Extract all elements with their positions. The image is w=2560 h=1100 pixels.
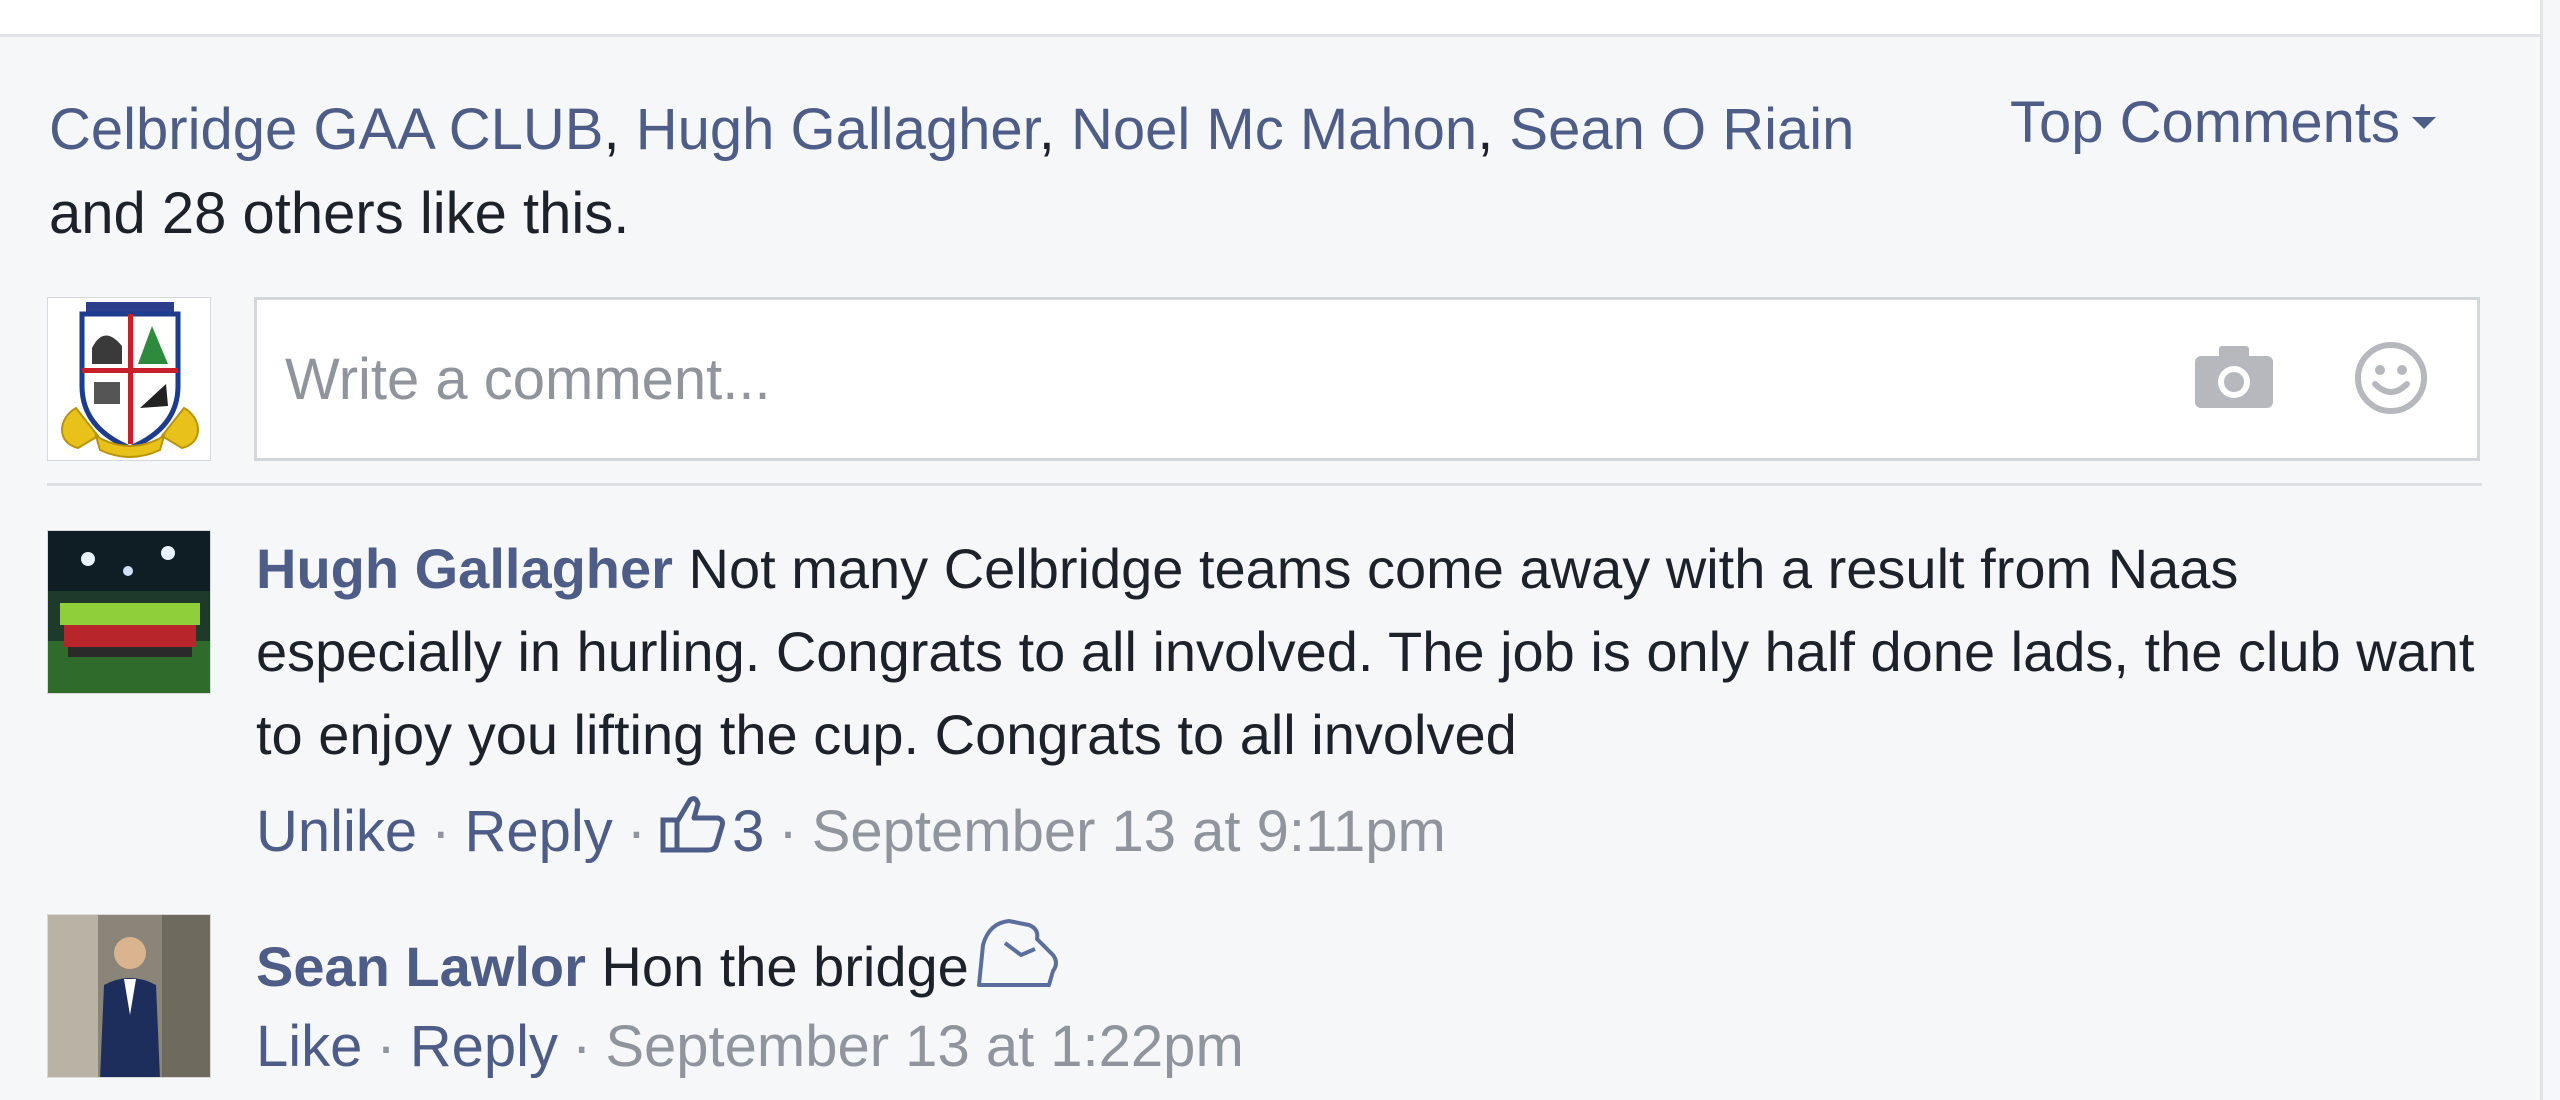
like-count[interactable]: 3 <box>732 797 764 867</box>
camera-icon[interactable] <box>2193 344 2275 415</box>
liker-link[interactable]: Noel Mc Mahon <box>1071 97 1477 162</box>
current-user-avatar[interactable] <box>47 297 211 461</box>
comment-text: Hon the bridge <box>585 934 969 998</box>
profile-photo-icon <box>48 915 210 1077</box>
liker-link[interactable]: Sean O Riain <box>1509 97 1854 162</box>
team-photo-icon <box>48 531 210 693</box>
comment-input[interactable]: Write a comment... <box>254 297 2480 461</box>
comment-body: Hugh Gallagher Not many Celbridge teams … <box>256 527 2496 776</box>
comment-author-link[interactable]: Hugh Gallagher <box>256 537 673 600</box>
comment-timestamp[interactable]: September 13 at 9:11pm <box>812 797 1446 867</box>
section-divider <box>47 483 2482 486</box>
liker-link[interactable]: Hugh Gallagher <box>636 97 1039 162</box>
club-crest-icon <box>48 298 210 460</box>
caret-down-icon <box>2412 117 2437 129</box>
comment-timestamp[interactable]: September 13 at 1:22pm <box>605 1012 1243 1082</box>
comment-author-link[interactable]: Sean Lawlor <box>256 925 586 1008</box>
comment-placeholder: Write a comment... <box>285 347 771 412</box>
emoji-icon[interactable] <box>2353 340 2429 421</box>
top-comments-dropdown[interactable]: Top Comments <box>2010 88 2437 158</box>
panel-right-border <box>2540 0 2543 1100</box>
commenter-avatar[interactable] <box>47 530 211 694</box>
comment-body: Sean Lawlor Hon the bridge <box>256 915 2496 1017</box>
likes-summary: Celbridge GAA CLUB, Hugh Gallagher, Noel… <box>49 97 1855 246</box>
post-top-border <box>0 0 2540 37</box>
sticker-icon <box>969 915 1061 1017</box>
reply-link[interactable]: Reply <box>410 1012 558 1082</box>
comment-actions: Unlike · Reply · 3 · September 13 at 9:1… <box>256 794 1446 870</box>
reply-link[interactable]: Reply <box>465 797 613 867</box>
thumbs-up-icon[interactable] <box>660 794 726 870</box>
unlike-link[interactable]: Unlike <box>256 797 417 867</box>
commenter-avatar[interactable] <box>47 914 211 1078</box>
sort-label: Top Comments <box>2010 90 2401 155</box>
like-link[interactable]: Like <box>256 1012 362 1082</box>
liker-link[interactable]: Celbridge GAA CLUB <box>49 97 603 162</box>
comment-actions: Like · Reply · September 13 at 1:22pm <box>256 1012 1244 1082</box>
likes-suffix: and 28 others like this. <box>49 181 630 246</box>
